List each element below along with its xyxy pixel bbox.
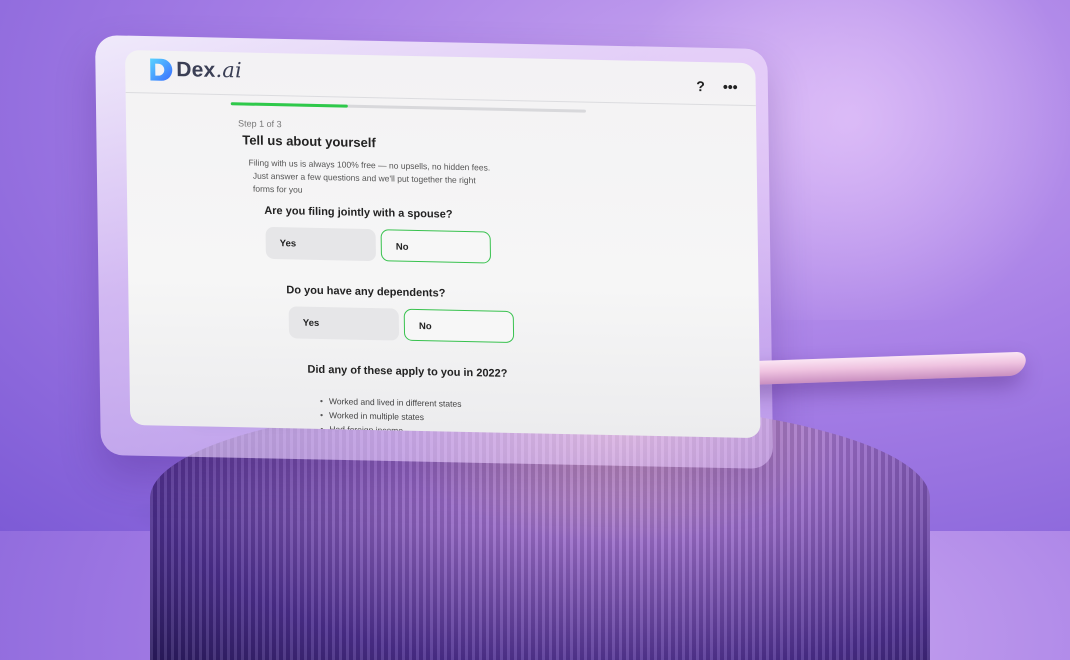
logo-text: Dex.ai [176, 57, 243, 83]
page-title: Tell us about yourself [242, 132, 376, 151]
joint-filing-no-button[interactable]: No [380, 229, 492, 264]
question-2022-situations: Did any of these apply to you in 2022? [307, 363, 508, 380]
header-actions: ? ••• [696, 78, 738, 95]
laptop-screen: Dex.ai ? ••• Step 1 of 3 Tell us about y… [125, 50, 761, 439]
dependents-yes-button[interactable]: Yes [288, 306, 400, 341]
question-dependents: Do you have any dependents? [286, 284, 446, 300]
dex-logo[interactable]: Dex.ai [150, 57, 242, 84]
progress-bar [230, 102, 586, 113]
dependents-no-button[interactable]: No [403, 308, 515, 344]
joint-filing-yes-button[interactable]: Yes [265, 226, 377, 262]
more-menu-icon[interactable]: ••• [723, 79, 738, 95]
dex-logo-icon [150, 58, 173, 81]
question-joint-filing: Are you filing jointly with a spouse? [264, 204, 453, 221]
progress-fill [230, 102, 348, 108]
help-icon[interactable]: ? [696, 78, 705, 94]
intro-text: Filing with us is always 100% free — no … [248, 157, 491, 195]
step-indicator: Step 1 of 3 [237, 118, 282, 130]
